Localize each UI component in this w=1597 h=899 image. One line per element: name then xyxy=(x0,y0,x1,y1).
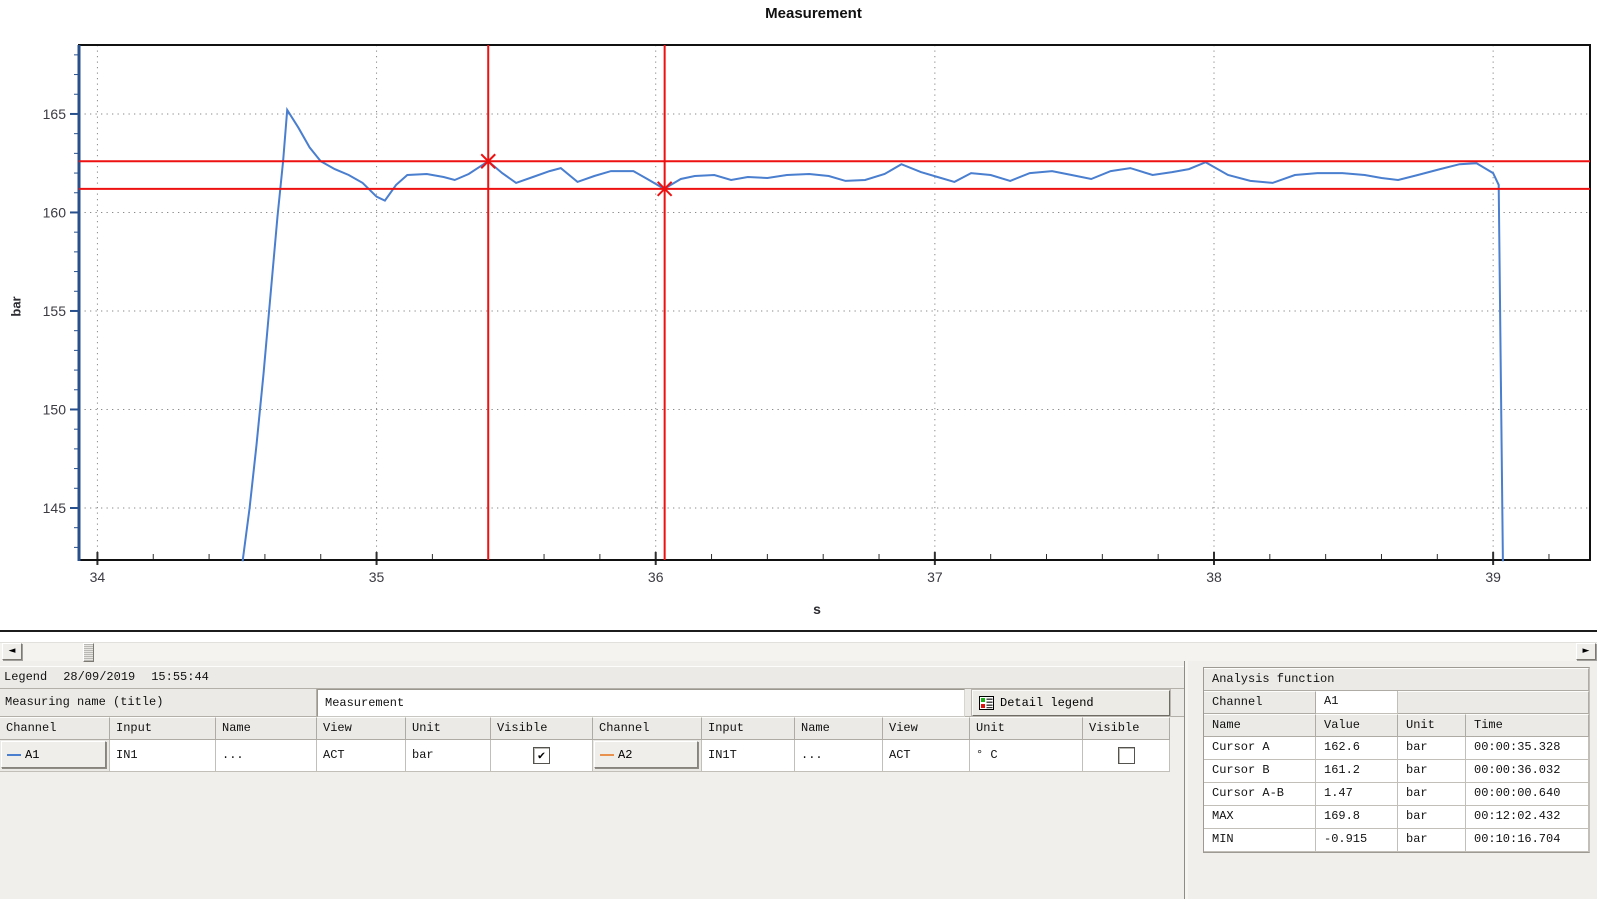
analysis-row-time: 00:00:00.640 xyxy=(1466,783,1589,806)
analysis-row-time: 00:00:36.032 xyxy=(1466,760,1589,783)
analysis-title: Analysis function xyxy=(1204,668,1589,691)
series-line-a1 xyxy=(243,110,1503,561)
analysis-header-name: Name xyxy=(1204,714,1316,737)
analysis-row-time: 00:00:35.328 xyxy=(1466,737,1589,760)
analysis-row-unit: bar xyxy=(1398,760,1466,783)
legend-time: 15:55:44 xyxy=(151,670,209,684)
y-tick-label: 160 xyxy=(43,204,67,220)
visible-cell-a1: ✔ xyxy=(491,740,593,772)
channel-a1-button[interactable]: A1 xyxy=(1,741,106,768)
x-tick-label: 34 xyxy=(90,569,106,585)
app-window: Measurement bar s 1451501551601653435363… xyxy=(0,0,1597,899)
y-tick-label: 165 xyxy=(43,106,67,122)
channel-a2-button[interactable]: A2 xyxy=(594,741,698,768)
analysis-row-unit: bar xyxy=(1398,783,1466,806)
column-header-name: Name xyxy=(216,717,317,740)
column-header-input: Input xyxy=(110,717,216,740)
analysis-row-name: Cursor B xyxy=(1204,760,1316,783)
panel-splitter[interactable] xyxy=(1184,661,1188,899)
spacer xyxy=(1398,691,1589,714)
measuring-name-field[interactable]: Measurement xyxy=(317,689,965,717)
x-tick-label: 35 xyxy=(369,569,385,585)
column-header-unit-2: Unit xyxy=(970,717,1083,740)
unit-cell-a1[interactable]: bar xyxy=(406,740,491,772)
channel-cell-a1: A1 xyxy=(0,740,110,772)
analysis-row-unit: bar xyxy=(1398,829,1466,852)
channel-cell-a2: A2 xyxy=(593,740,702,772)
legend-titlebar: Legend 28/09/2019 15:55:44 xyxy=(0,666,1186,689)
y-tick-label: 155 xyxy=(43,303,67,319)
channel-a2-color-swatch xyxy=(600,754,614,756)
x-tick-label: 37 xyxy=(927,569,943,585)
legend-title: Legend xyxy=(4,670,47,684)
legend-table: Channel Input Name View Unit Visible Cha… xyxy=(0,717,1170,772)
column-header-visible-2: Visible xyxy=(1083,717,1170,740)
visible-checkbox-a2[interactable]: ✔ xyxy=(1118,747,1135,764)
column-header-view: View xyxy=(317,717,406,740)
analysis-header-unit: Unit xyxy=(1398,714,1466,737)
channel-a2-label: A2 xyxy=(618,748,632,762)
analysis-row-unit: bar xyxy=(1398,806,1466,829)
analysis-panel: Analysis function Channel A1 Name Value … xyxy=(1203,667,1590,853)
column-header-channel: Channel xyxy=(0,717,110,740)
view-cell-a1[interactable]: ACT xyxy=(317,740,406,772)
analysis-row-value: 169.8 xyxy=(1316,806,1398,829)
x-tick-label: 38 xyxy=(1206,569,1222,585)
column-header-visible: Visible xyxy=(491,717,593,740)
column-header-name-2: Name xyxy=(795,717,883,740)
analysis-row-name: MAX xyxy=(1204,806,1316,829)
spacer xyxy=(0,632,1597,642)
column-header-unit: Unit xyxy=(406,717,491,740)
analysis-row-name: MIN xyxy=(1204,829,1316,852)
legend-panel: Legend 28/09/2019 15:55:44 Measuring name … xyxy=(0,666,1186,899)
visible-checkbox-a1[interactable]: ✔ xyxy=(533,747,550,764)
analysis-row-time: 00:10:16.704 xyxy=(1466,829,1589,852)
analysis-row-value: 162.6 xyxy=(1316,737,1398,760)
name-cell-a1[interactable]: ... xyxy=(216,740,317,772)
analysis-row-time: 00:12:02.432 xyxy=(1466,806,1589,829)
input-cell-a1[interactable]: IN1 xyxy=(110,740,216,772)
visible-cell-a2: ✔ xyxy=(1083,740,1170,772)
left-arrow-icon: ◄ xyxy=(9,646,16,656)
chart-area[interactable]: Measurement bar s 1451501551601653435363… xyxy=(0,0,1597,630)
x-tick-label: 39 xyxy=(1485,569,1501,585)
analysis-channel-label: Channel xyxy=(1204,691,1316,714)
analysis-header-value: Value xyxy=(1316,714,1398,737)
chart-horizontal-scrollbar[interactable]: ◄ ► xyxy=(0,642,1597,661)
detail-legend-label: Detail legend xyxy=(1000,696,1094,710)
scroll-left-button[interactable]: ◄ xyxy=(2,643,22,660)
legend-date: 28/09/2019 xyxy=(63,670,135,684)
analysis-row-value: 1.47 xyxy=(1316,783,1398,806)
view-cell-a2[interactable]: ACT xyxy=(883,740,970,772)
detail-legend-icon xyxy=(979,695,995,711)
detail-legend-button[interactable]: Detail legend xyxy=(972,690,1170,716)
y-tick-label: 150 xyxy=(43,401,67,417)
analysis-channel-value[interactable]: A1 xyxy=(1316,691,1398,714)
bottom-panel: ◄ ► Legend 28/09/2019 15:55:44 Measuring n… xyxy=(0,632,1597,899)
column-header-view-2: View xyxy=(883,717,970,740)
analysis-row-name: Cursor A xyxy=(1204,737,1316,760)
measuring-name-label: Measuring name (title) xyxy=(0,689,317,717)
channel-a1-label: A1 xyxy=(25,748,39,762)
check-icon: ✔ xyxy=(538,750,545,762)
analysis-row-name: Cursor A-B xyxy=(1204,783,1316,806)
column-header-channel-2: Channel xyxy=(593,717,702,740)
analysis-row-value: 161.2 xyxy=(1316,760,1398,783)
analysis-row-value: -0.915 xyxy=(1316,829,1398,852)
measuring-name-row: Measuring name (title) Measurement Detai… xyxy=(0,689,1186,717)
input-cell-a2[interactable]: IN1T xyxy=(702,740,795,772)
x-tick-label: 36 xyxy=(648,569,664,585)
unit-cell-a2[interactable]: ° C xyxy=(970,740,1083,772)
analysis-row-unit: bar xyxy=(1398,737,1466,760)
analysis-header-time: Time xyxy=(1466,714,1589,737)
scroll-right-button[interactable]: ► xyxy=(1576,643,1596,660)
chart-canvas[interactable]: 145 150 155 160 165 34 35 36 37 38 39 xyxy=(0,0,1597,628)
scrollbar-thumb[interactable] xyxy=(83,643,94,662)
channel-a1-color-swatch xyxy=(7,754,21,756)
y-tick-label: 145 xyxy=(43,500,67,516)
column-header-input-2: Input xyxy=(702,717,795,740)
name-cell-a2[interactable]: ... xyxy=(795,740,883,772)
right-arrow-icon: ► xyxy=(1583,646,1590,656)
